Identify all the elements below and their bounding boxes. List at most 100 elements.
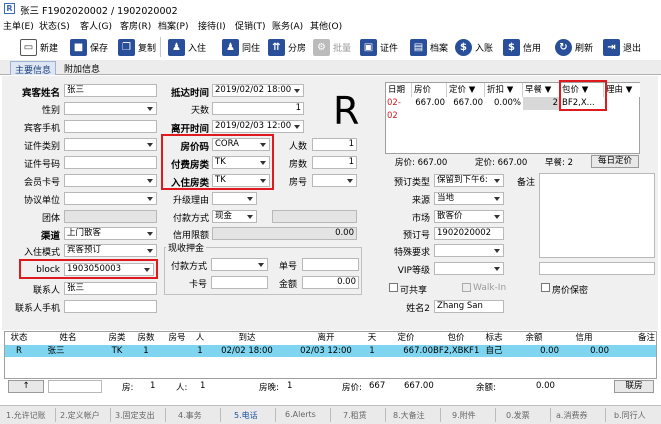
col-days[interactable]: 天 xyxy=(365,332,379,344)
upgrade-select[interactable] xyxy=(212,192,257,205)
copy-button[interactable]: ❐ 复制 xyxy=(118,36,156,58)
price-col-reason[interactable]: 理由 ▼ xyxy=(604,83,640,97)
status-item-phone[interactable]: 5.电话 xyxy=(234,410,258,421)
tab-extra[interactable]: 附加信息 xyxy=(60,61,104,75)
price-cell-list[interactable]: 667.00 xyxy=(447,97,485,110)
status-item-attachment[interactable]: 9.附件 xyxy=(452,410,476,421)
exit-button[interactable]: ⇥ 退出 xyxy=(603,36,641,58)
resvno-field[interactable]: 1902020002 xyxy=(434,227,504,240)
days-field[interactable]: 1 xyxy=(212,102,304,115)
status-item-allow-post[interactable]: 1.允许记账 xyxy=(6,410,46,421)
channel-select[interactable]: 上门散客 xyxy=(64,227,157,240)
col-list[interactable]: 定价 xyxy=(379,332,433,344)
status-item-fixed-expense[interactable]: 3.固定支出 xyxy=(115,410,155,421)
dep-no-field[interactable] xyxy=(302,258,359,271)
member-select[interactable] xyxy=(64,174,157,187)
price-col-date[interactable]: 日期 xyxy=(386,83,412,97)
creditlimit-field[interactable]: 0.00 xyxy=(212,227,357,240)
status-item-big-remark[interactable]: 8.大备注 xyxy=(393,410,425,421)
menu-room[interactable]: 客房(R) xyxy=(120,19,151,32)
status-item-define-account[interactable]: 2.定义帐户 xyxy=(60,410,100,421)
menu-status[interactable]: 状态(S) xyxy=(39,19,70,32)
arrive-field[interactable]: 2019/02/02 18:00 xyxy=(212,84,304,97)
group-field[interactable] xyxy=(64,210,157,223)
mode-select[interactable]: 宾客预订 xyxy=(64,244,157,257)
col-rooms[interactable]: 房数 xyxy=(131,332,161,344)
remark-textarea[interactable] xyxy=(539,173,655,258)
archive-button[interactable]: ▤ 档案 xyxy=(410,36,448,58)
col-balance[interactable]: 余额 xyxy=(509,332,559,344)
col-people[interactable]: 人 xyxy=(193,332,207,344)
refresh-button[interactable]: ↻ 刷新 xyxy=(555,36,593,58)
special-select[interactable] xyxy=(434,244,504,257)
price-col-price[interactable]: 房价 xyxy=(412,83,447,97)
status-item-rental[interactable]: 7.租赁 xyxy=(343,410,367,421)
guest-name-field[interactable]: 张三 xyxy=(64,84,157,97)
gender-select[interactable] xyxy=(64,102,157,115)
menu-main[interactable]: 主单(E) xyxy=(3,19,34,32)
menu-guest[interactable]: 客人(G) xyxy=(80,19,112,32)
cohabit-button[interactable]: ♟ 同住 xyxy=(222,36,260,58)
price-cell-breakfast[interactable]: 2 xyxy=(523,97,560,110)
col-roomno[interactable]: 房号 xyxy=(161,332,193,344)
status-item-alerts[interactable]: 6.Alerts xyxy=(285,410,316,419)
daily-rate-button[interactable]: 每日定价 xyxy=(591,155,639,168)
price-cell-price[interactable]: 667.00 xyxy=(412,97,447,110)
market-select[interactable]: 散客价 xyxy=(434,210,504,223)
menu-accounts[interactable]: 账务(A) xyxy=(272,19,303,32)
credit-button[interactable]: $ 信用 xyxy=(503,36,541,58)
walkin-checkbox[interactable] xyxy=(462,283,471,292)
contact-mobile-field[interactable] xyxy=(64,300,157,313)
checkin-button[interactable]: ♟ 入住 xyxy=(168,36,206,58)
idtype-select[interactable] xyxy=(64,138,157,151)
status-item-invoice[interactable]: 0.发票 xyxy=(506,410,530,421)
roomno-select[interactable] xyxy=(312,174,357,187)
dep-pay-select[interactable] xyxy=(211,258,268,271)
status-item-affairs[interactable]: 4.事务 xyxy=(178,410,202,421)
price-col-list[interactable]: 定价 ▼ xyxy=(447,83,485,97)
col-type[interactable]: 房类 xyxy=(103,332,131,344)
adults-field[interactable]: 1 xyxy=(312,138,357,151)
name2-field[interactable]: Zhang San xyxy=(434,300,504,313)
table-row[interactable]: R 张三 TK 1 1 02/02 18:00 02/03 12:00 1 66… xyxy=(5,345,656,357)
price-col-discount[interactable]: 折扣 ▼ xyxy=(485,83,523,97)
share-checkbox[interactable] xyxy=(389,283,398,292)
secret-checkbox[interactable] xyxy=(541,283,550,292)
dep-amount-field[interactable]: 0.00 xyxy=(302,276,359,289)
col-package[interactable]: 包价 xyxy=(433,332,479,344)
new-button[interactable]: ▭ 新建 xyxy=(20,36,58,58)
col-depart[interactable]: 离开 xyxy=(287,332,365,344)
dep-card-field[interactable] xyxy=(211,276,268,289)
resv-type-select[interactable]: 保留到下午6: xyxy=(434,174,504,187)
post-button[interactable]: $ 入账 xyxy=(455,36,493,58)
save-button[interactable]: ■ 保存 xyxy=(70,36,108,58)
menu-reception[interactable]: 接待(I) xyxy=(198,19,226,32)
paymethod-extra-field[interactable] xyxy=(272,210,357,223)
source-select[interactable]: 当地 xyxy=(434,192,504,205)
col-flag[interactable]: 标志 xyxy=(479,332,509,344)
price-cell-date[interactable]: 02-02 xyxy=(386,97,412,121)
col-remark[interactable]: 备注 xyxy=(609,332,657,344)
col-arrive[interactable]: 到达 xyxy=(207,332,287,344)
footer-input[interactable] xyxy=(48,380,102,393)
mobile-field[interactable] xyxy=(64,120,157,133)
price-cell-discount[interactable]: 0.00% xyxy=(485,97,523,110)
status-item-companion[interactable]: b.同行人 xyxy=(614,410,646,421)
cert-button[interactable]: ▣ 证件 xyxy=(360,36,398,58)
price-col-breakfast[interactable]: 早餐 ▼ xyxy=(523,83,560,97)
col-name[interactable]: 姓名 xyxy=(33,332,103,344)
status-item-voucher[interactable]: a.消费券 xyxy=(556,410,587,421)
rooms-field[interactable]: 1 xyxy=(312,156,357,169)
menu-archive[interactable]: 档案(P) xyxy=(158,19,188,32)
depart-field[interactable]: 2019/02/03 12:00 xyxy=(212,120,304,133)
remark-extra-field[interactable] xyxy=(539,262,655,275)
col-credit[interactable]: 信用 xyxy=(559,332,609,344)
batch-button[interactable]: ⚙ 批量 xyxy=(313,36,351,58)
idno-field[interactable] xyxy=(64,156,157,169)
vip-select[interactable] xyxy=(434,262,504,275)
contact-field[interactable]: 张三 xyxy=(64,282,157,295)
tab-main[interactable]: 主要信息 xyxy=(10,61,57,76)
link-rooms-button[interactable]: 联房 xyxy=(614,380,654,393)
menu-promo[interactable]: 促销(T) xyxy=(235,19,266,32)
agreement-select[interactable] xyxy=(64,192,157,205)
